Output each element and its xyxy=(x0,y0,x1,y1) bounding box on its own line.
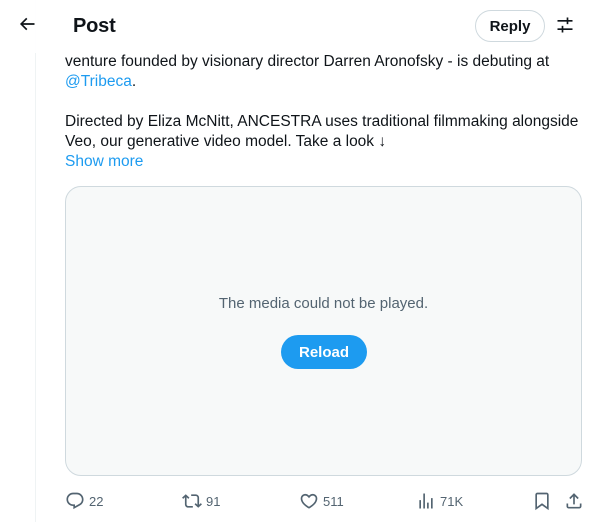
post-text-paragraph: Directed by Eliza McNitt, ANCESTRA uses … xyxy=(65,113,579,150)
post-text-line1: venture founded by visionary director Da… xyxy=(65,53,550,70)
reload-button[interactable]: Reload xyxy=(281,335,367,369)
bookmark-icon xyxy=(532,491,552,511)
share-icon xyxy=(564,491,584,511)
heart-icon xyxy=(299,491,319,511)
like-action[interactable]: 511 xyxy=(299,490,344,512)
share-button[interactable] xyxy=(564,490,584,512)
repost-icon xyxy=(182,491,202,511)
mention-link[interactable]: @Tribeca xyxy=(65,73,132,90)
sliders-icon xyxy=(555,15,575,40)
arrow-left-icon xyxy=(17,14,37,39)
page-title: Post xyxy=(73,15,116,37)
like-count: 511 xyxy=(323,493,344,509)
back-button[interactable] xyxy=(10,9,44,43)
mention-suffix: . xyxy=(131,73,137,90)
post-text-line: venture founded by visionary director Da… xyxy=(65,52,585,92)
post-page: Post Reply venture founded by visionary … xyxy=(0,0,599,522)
column-divider xyxy=(35,0,36,522)
views-action[interactable]: 71K xyxy=(416,490,463,512)
bookmark-button[interactable] xyxy=(532,490,552,512)
filter-button[interactable] xyxy=(550,12,580,42)
views-count: 71K xyxy=(440,493,464,509)
reply-button[interactable]: Reply xyxy=(475,10,545,42)
show-more-link[interactable]: Show more xyxy=(65,153,143,170)
top-bar: Post Reply xyxy=(0,0,599,53)
reply-count: 22 xyxy=(89,493,104,509)
post-text: venture founded by visionary director Da… xyxy=(65,52,585,172)
repost-count: 91 xyxy=(206,493,221,509)
action-bar: 22 91 511 71K xyxy=(0,486,599,516)
repost-action[interactable]: 91 xyxy=(182,490,220,512)
media-error-message: The media could not be played. xyxy=(218,295,429,312)
reply-action[interactable]: 22 xyxy=(65,490,103,512)
analytics-icon xyxy=(416,491,436,511)
reply-bubble-icon xyxy=(65,491,85,511)
media-container: The media could not be played. Reload xyxy=(65,186,582,476)
